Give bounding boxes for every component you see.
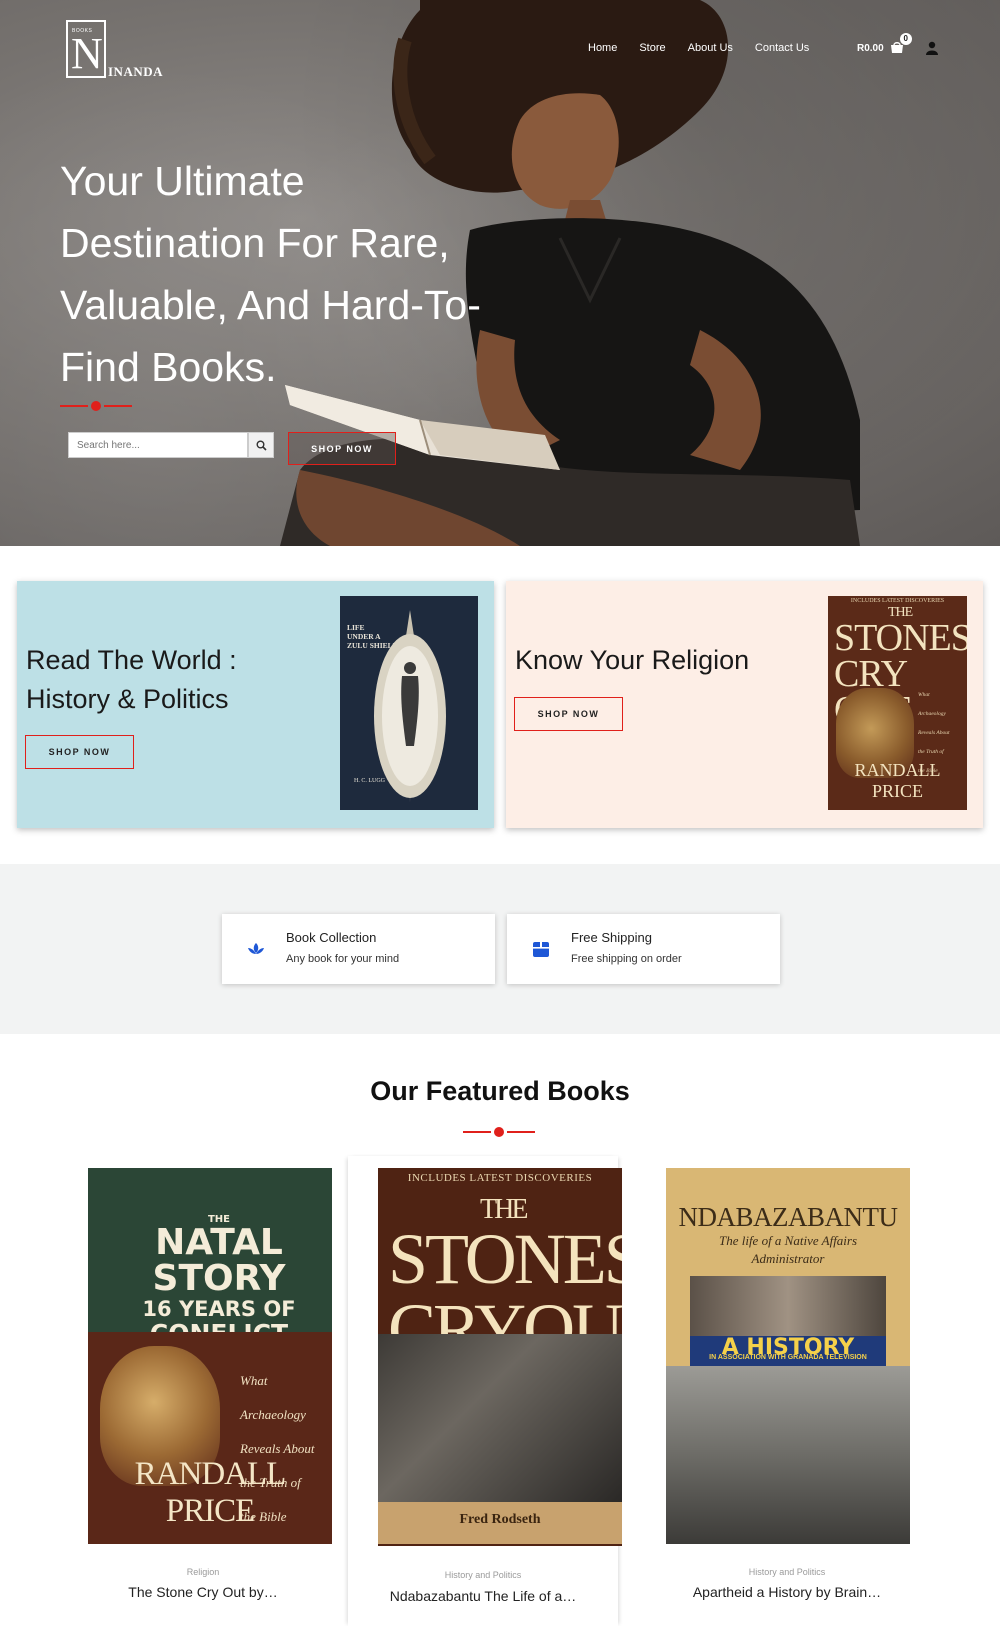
- promo-title-line-2: History & Politics: [26, 684, 229, 714]
- feature-title: Book Collection: [286, 930, 377, 945]
- feature-subtitle: Free shipping on order: [571, 953, 682, 965]
- product-name[interactable]: Ndabazabantu The Life of a…: [348, 1588, 618, 1604]
- product-card[interactable]: THE NATAL STORY 16 YEARS OF CONFLICT Wha…: [68, 1156, 338, 1626]
- cover-subtitle-line: Administrator: [751, 1251, 825, 1266]
- promo-card-religion: Know Your Religion SHOP NOW INCLUDES LAT…: [506, 581, 983, 828]
- product-cover-ndabazabantu[interactable]: NDABAZABANTU The life of a Native Affair…: [666, 1168, 910, 1544]
- promo-title: Read The World : History & Politics: [26, 641, 237, 719]
- product-cover-natal-story[interactable]: THE NATAL STORY 16 YEARS OF CONFLICT Wha…: [88, 1168, 332, 1544]
- hero-shop-now-button[interactable]: SHOP NOW: [288, 432, 396, 465]
- lotus-icon: [248, 943, 264, 954]
- user-account-icon[interactable]: [925, 41, 939, 55]
- box-icon: [533, 942, 549, 957]
- book-cover-side-line: What: [918, 692, 930, 698]
- logo-letter: N: [71, 29, 103, 78]
- cover-subtitle: The life of a Native Affairs Administrat…: [666, 1232, 910, 1268]
- book-cover-side-line: Reveals About: [918, 730, 950, 736]
- nav-item-about[interactable]: About Us: [688, 42, 733, 54]
- product-name[interactable]: Apartheid a History by Brain…: [652, 1584, 922, 1600]
- search-input[interactable]: [68, 432, 248, 458]
- feature-subtitle: Any book for your mind: [286, 953, 400, 965]
- features-band: [0, 864, 1000, 1034]
- site-logo[interactable]: BOOKS N INANDA: [66, 20, 176, 82]
- hero-headline-line-1: Your Ultimate: [60, 158, 305, 204]
- feature-book-collection: Book Collection Any book for your mind: [222, 914, 495, 984]
- product-name[interactable]: The Stone Cry Out by…: [68, 1584, 338, 1600]
- cover-township-photo: [666, 1366, 910, 1544]
- cover-author: RANDALL PRICE: [134, 1456, 287, 1529]
- cart-link[interactable]: R0.00 0: [857, 33, 912, 54]
- book-cover-side-line: Archaeology: [918, 711, 946, 717]
- cover-title-line: NATAL: [155, 1222, 283, 1263]
- cover-title-line: STONES: [388, 1219, 622, 1299]
- promo-shop-now-button[interactable]: SHOP NOW: [514, 697, 623, 731]
- cart-icon: 0: [890, 33, 912, 54]
- book-cover-stones-cry-out[interactable]: INCLUDES LATEST DISCOVERIES THE STONES C…: [828, 596, 967, 810]
- product-card[interactable]: NDABAZABANTU The life of a Native Affair…: [652, 1156, 922, 1626]
- hero-headline-line-2: Destination For Rare,: [60, 220, 450, 266]
- logo-wordmark: INANDA: [108, 64, 163, 79]
- search-icon: [256, 440, 267, 451]
- feature-title: Free Shipping: [571, 930, 652, 945]
- featured-books-heading: Our Featured Books: [370, 1076, 630, 1106]
- cover-photo: [378, 1334, 622, 1502]
- book-cover-zulu-shield[interactable]: LIFE UNDER A ZULU SHIELD H. C. LUGG: [340, 596, 478, 810]
- promo-title: Know Your Religion: [515, 641, 749, 680]
- book-cover-author: RANDALL PRICE: [854, 760, 941, 801]
- cover-title-line: STORY: [152, 1258, 286, 1299]
- feature-free-shipping: Free Shipping Free shipping on order: [507, 914, 780, 984]
- promo-card-history-politics: Read The World : History & Politics SHOP…: [17, 581, 494, 828]
- cover-side-line: Archaeology: [240, 1407, 306, 1422]
- product-card[interactable]: INCLUDES LATEST DISCOVERIES THE STONES C…: [348, 1156, 622, 1626]
- hero-headline-line-4: Find Books.: [60, 344, 277, 390]
- product-category[interactable]: History and Politics: [348, 1570, 618, 1580]
- product-cover-title: NDABAZABANTU: [678, 1202, 899, 1232]
- cover-subtitle-line: The life of a Native Affairs: [718, 1233, 858, 1248]
- promo-title-line-1: Read The World :: [26, 645, 237, 675]
- featured-divider: [463, 1126, 535, 1138]
- product-category[interactable]: History and Politics: [652, 1567, 922, 1577]
- cover-overlay-subtitle: IN ASSOCIATION WITH GRANADA TELEVISION: [690, 1354, 886, 1366]
- hero-headline: Your Ultimate Destination For Rare, Valu…: [60, 150, 500, 398]
- cover-author: Fred Rodseth: [459, 1512, 541, 1527]
- book-cover-title-line: STONES: [834, 617, 967, 659]
- product-category[interactable]: Religion: [68, 1567, 338, 1577]
- hero-headline-line-3: Valuable, And Hard-To-: [60, 282, 481, 328]
- cart-total: R0.00: [857, 42, 884, 54]
- promo-shop-now-button[interactable]: SHOP NOW: [25, 735, 134, 769]
- promo-title-line-1: Know Your Religion: [515, 645, 750, 675]
- product-cover-title: THE NATAL STORY 16 YEARS OF CONFLICT: [134, 1214, 304, 1347]
- book-cover-author: H. C. LUGG: [354, 778, 385, 784]
- main-nav: Home Store About Us Contact Us: [588, 42, 809, 54]
- cover-tagline: INCLUDES LATEST DISCOVERIES: [407, 1172, 593, 1184]
- cover-side-line: What: [240, 1373, 268, 1388]
- book-cover-tagline: INCLUDES LATEST DISCOVERIES: [850, 598, 945, 604]
- nav-item-contact[interactable]: Contact Us: [755, 42, 809, 54]
- cover-title-line: 16 YEARS OF: [142, 1297, 296, 1321]
- shield-illustration: [374, 610, 446, 802]
- search-form: [68, 432, 274, 458]
- nav-item-home[interactable]: Home: [588, 42, 617, 54]
- hero-section: BOOKS N INANDA Home Store About Us Conta…: [0, 0, 1000, 546]
- product-cover-stones-cry-out[interactable]: INCLUDES LATEST DISCOVERIES THE STONES C…: [378, 1168, 622, 1546]
- nav-item-store[interactable]: Store: [639, 42, 665, 54]
- search-button[interactable]: [248, 432, 274, 458]
- cart-count-badge: 0: [899, 33, 912, 45]
- hero-divider: [60, 400, 132, 412]
